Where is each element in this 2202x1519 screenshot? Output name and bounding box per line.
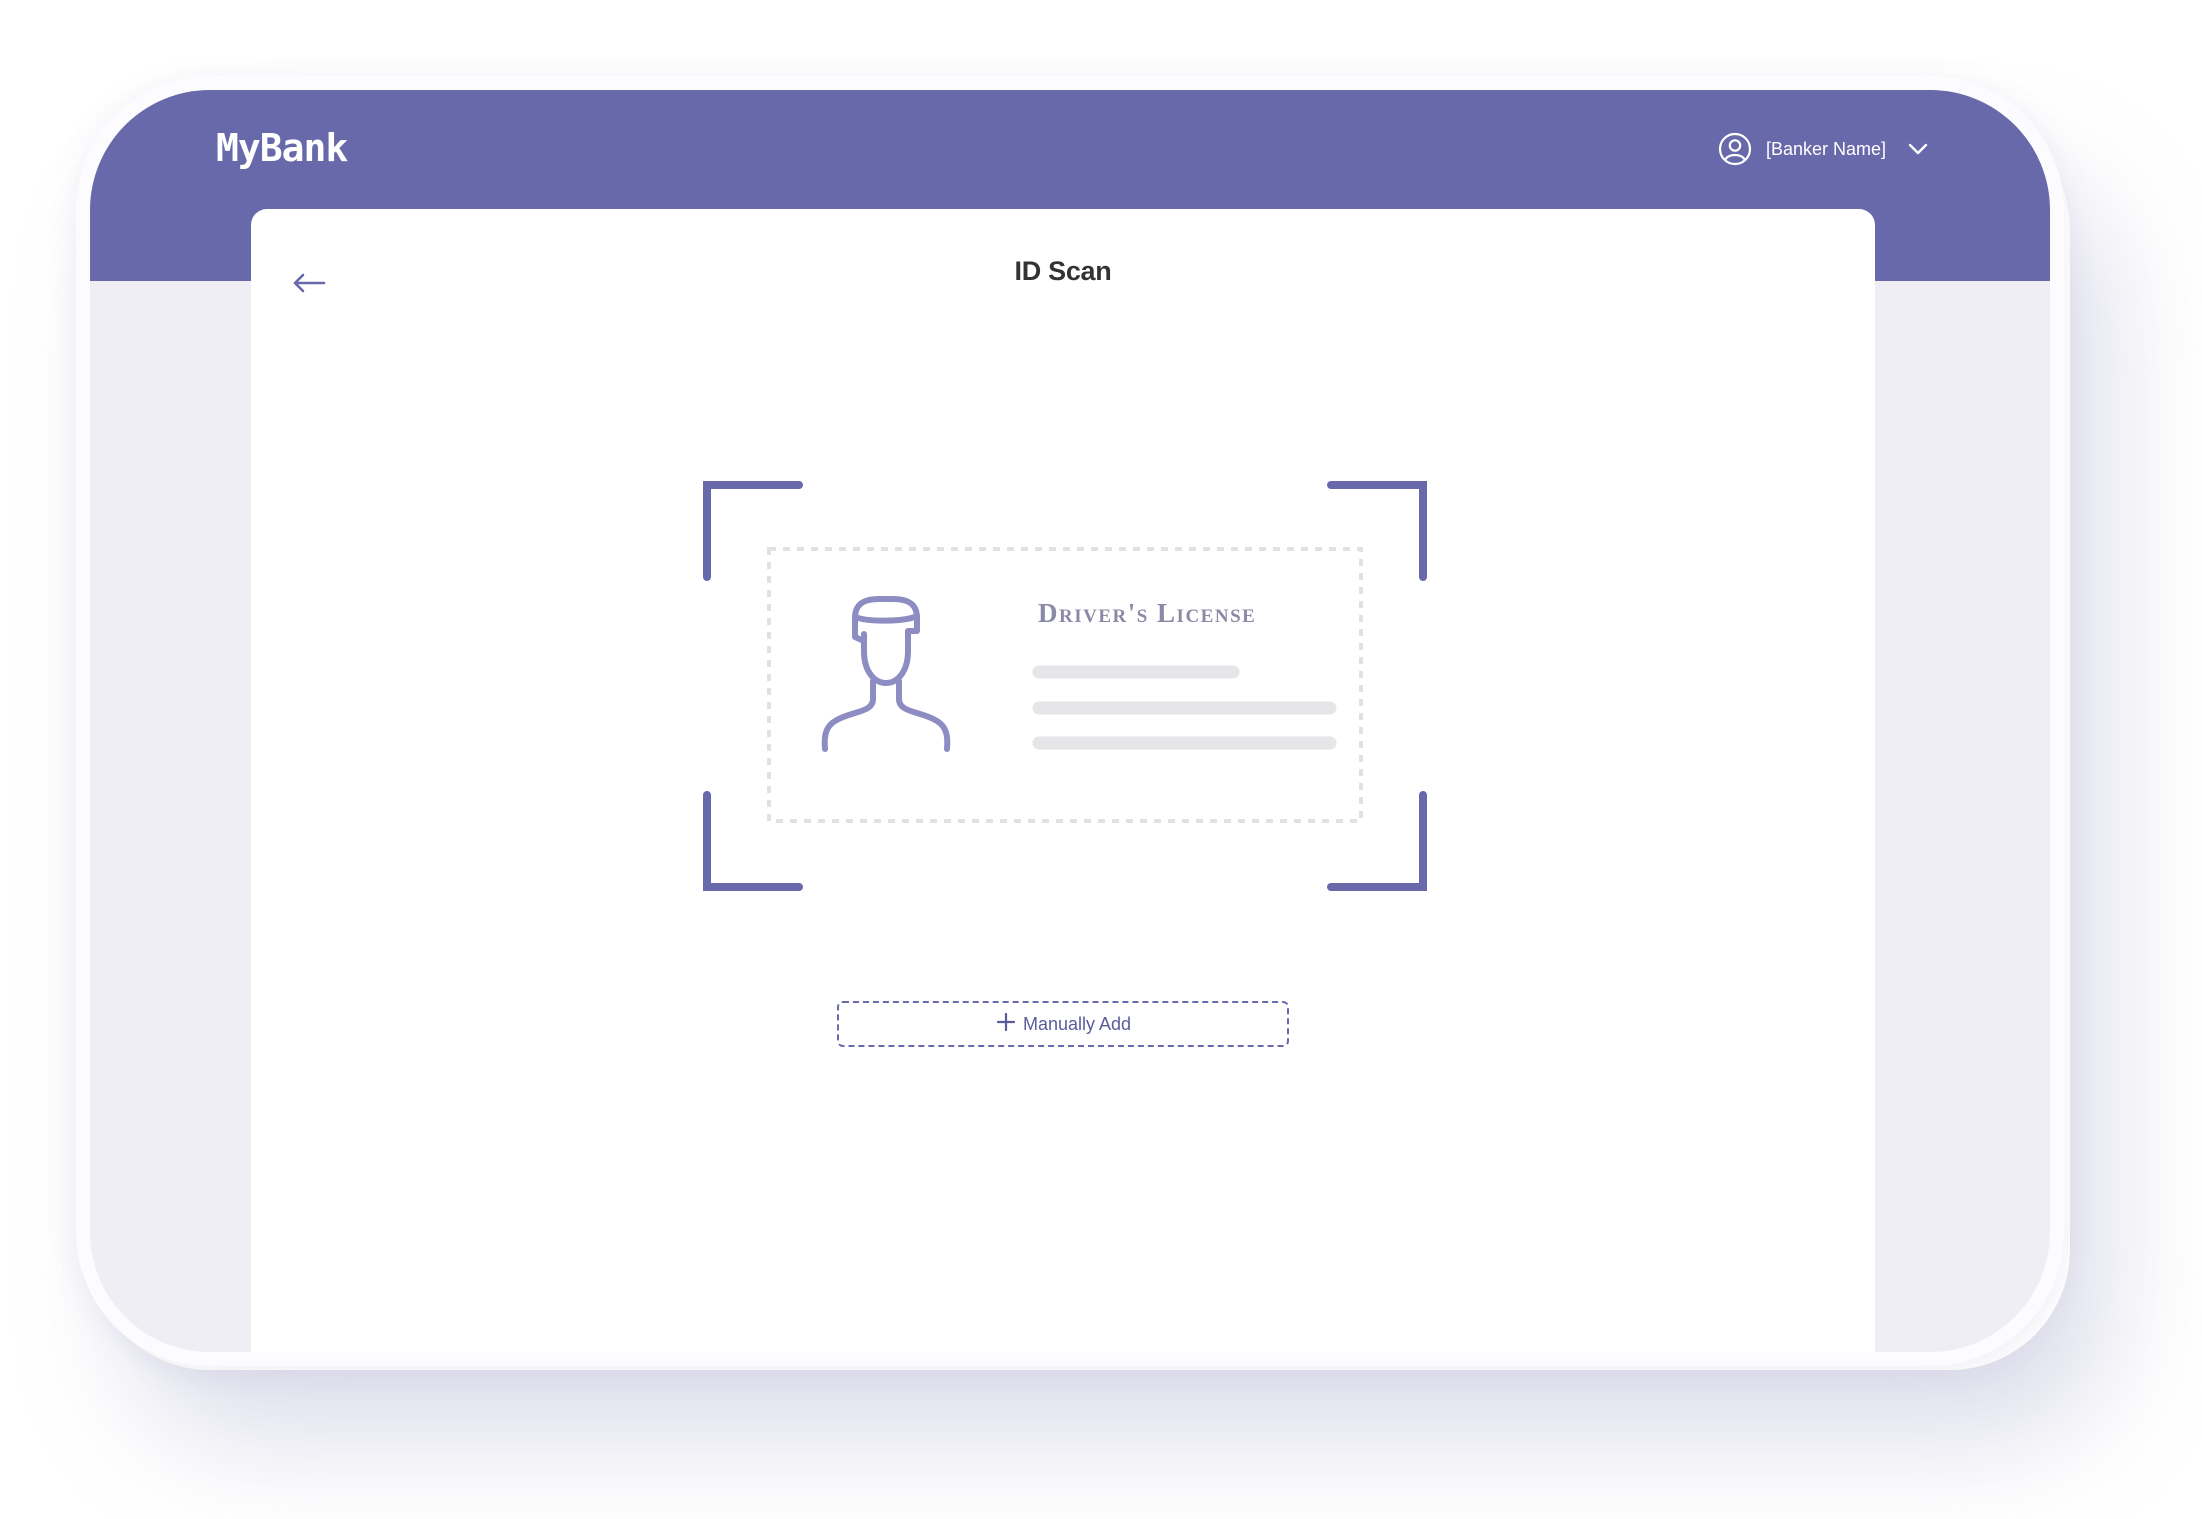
card-title: Driver's License <box>1038 598 1257 628</box>
card-placeholder-lines <box>1032 665 1337 750</box>
plus-icon <box>995 1011 1017 1038</box>
scan-area: Driver's License <box>703 481 1427 891</box>
id-scan-panel: ID Scan Driver's License Manually Add <box>251 209 1875 1352</box>
scan-corner-brackets <box>703 481 1427 891</box>
user-account-menu[interactable]: [Banker Name] <box>1718 132 1928 166</box>
chevron-down-icon <box>1908 142 1928 156</box>
manually-add-button[interactable]: Manually Add <box>837 1001 1289 1047</box>
user-circle-icon <box>1718 132 1752 166</box>
arrow-left-icon <box>291 273 343 309</box>
brand-logo: MyBank <box>216 126 348 170</box>
id-card-outline <box>767 547 1363 823</box>
manually-add-label: Manually Add <box>1022 1013 1132 1034</box>
tablet-frame: MyBank [Banker Name] ID Scan Driver's Li… <box>76 76 2064 1366</box>
page-title: ID Scan <box>1014 256 1112 286</box>
scan-frame <box>703 481 1427 891</box>
user-name: [Banker Name] <box>1765 138 1886 159</box>
